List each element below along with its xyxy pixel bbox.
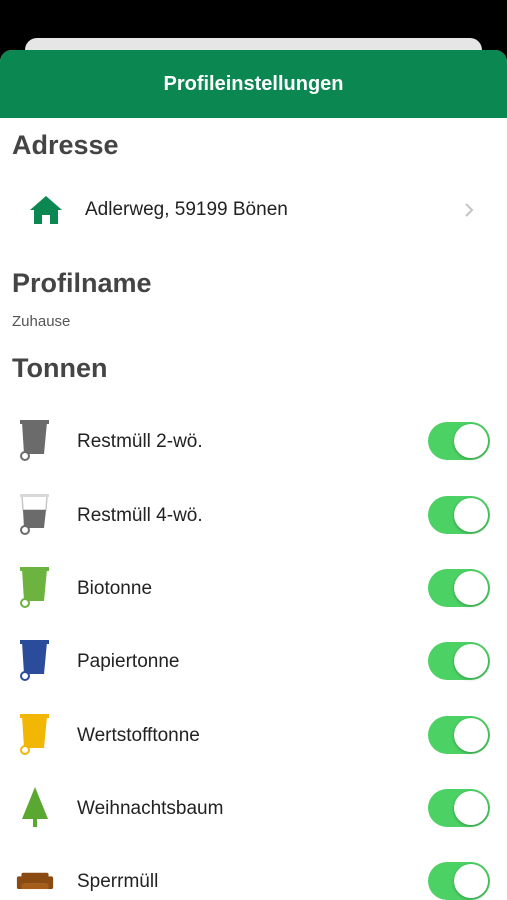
bin-label: Weihnachtsbaum — [77, 798, 224, 819]
home-icon — [30, 196, 62, 224]
grey-bin-half-icon — [20, 494, 49, 535]
toggle-knob — [454, 571, 488, 605]
toggle-knob — [454, 644, 488, 678]
bin-row-wertstofftonne: Wertstofftonne — [0, 706, 507, 766]
green-bin-icon — [20, 567, 49, 608]
profile-name-section-title: Profilname — [12, 268, 152, 298]
toggle-knob — [454, 864, 488, 898]
sofa-icon — [16, 872, 54, 890]
chevron-right-icon — [465, 203, 474, 217]
toggle-sperrmuell[interactable] — [428, 862, 490, 900]
address-row[interactable]: Adlerweg, 59199 Bönen — [0, 180, 507, 240]
toggle-restmuell-4[interactable] — [428, 496, 490, 534]
toggle-knob — [454, 498, 488, 532]
toggle-knob — [454, 718, 488, 752]
bin-row-sperrmuell: Sperrmüll — [0, 852, 507, 900]
bin-label: Biotonne — [77, 578, 153, 599]
profile-settings-sheet: Profileinstellungen Adresse Adlerweg, 59… — [0, 50, 507, 900]
yellow-bin-icon — [20, 714, 49, 755]
bin-label: Sperrmüll — [77, 871, 159, 892]
bin-label: Restmüll 4-wö. — [77, 505, 203, 526]
tree-icon — [22, 787, 48, 827]
page-title: Profileinstellungen — [163, 72, 344, 95]
profile-name-value: Zuhause — [12, 313, 71, 330]
grey-bin-icon — [20, 420, 49, 461]
bin-row-restmuell-2: Restmüll 2-wö. — [0, 412, 507, 472]
toggle-weihnachtsbaum[interactable] — [428, 789, 490, 827]
bin-row-weihnachtsbaum: Weihnachtsbaum — [0, 779, 507, 839]
toggle-restmuell-2[interactable] — [428, 422, 490, 460]
toggle-papiertonne[interactable] — [428, 642, 490, 680]
address-text: Adlerweg, 59199 Bönen — [85, 199, 288, 220]
bin-row-biotonne: Biotonne — [0, 559, 507, 619]
toggle-wertstofftonne[interactable] — [428, 716, 490, 754]
address-section-title: Adresse — [12, 130, 119, 160]
bin-label: Restmüll 2-wö. — [77, 431, 203, 452]
bins-section-title: Tonnen — [12, 353, 108, 383]
bin-label: Wertstofftonne — [77, 725, 200, 746]
bin-label: Papiertonne — [77, 651, 180, 672]
toggle-biotonne[interactable] — [428, 569, 490, 607]
blue-bin-icon — [20, 640, 49, 681]
toggle-knob — [454, 791, 488, 825]
bin-row-restmuell-4: Restmüll 4-wö. — [0, 486, 507, 546]
toggle-knob — [454, 424, 488, 458]
header-bar: Profileinstellungen — [0, 50, 507, 118]
bin-row-papiertonne: Papiertonne — [0, 632, 507, 692]
